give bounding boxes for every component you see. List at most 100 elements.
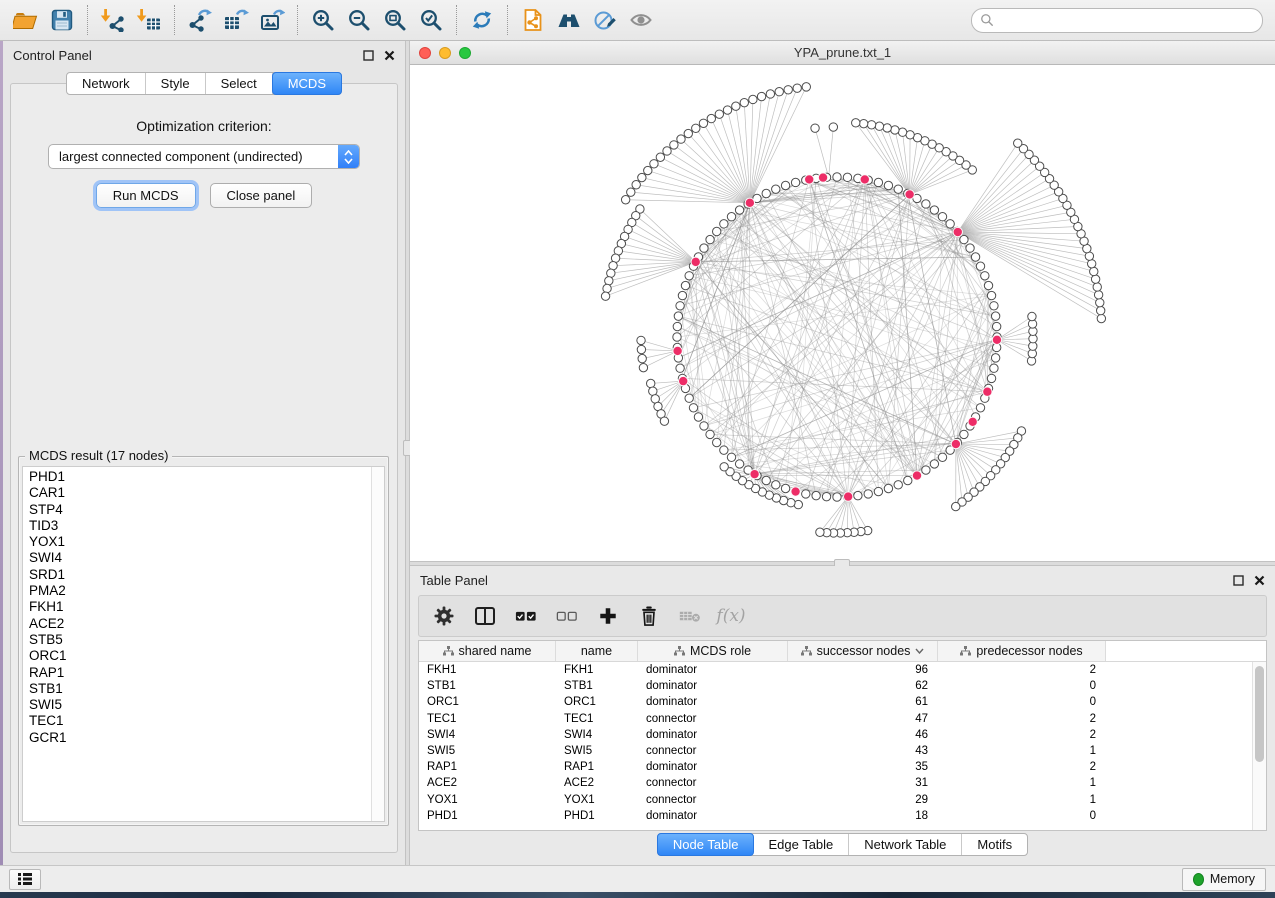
mcds-result-item[interactable]: FKH1 xyxy=(29,599,365,615)
search-box[interactable] xyxy=(971,8,1263,33)
tab-mcds[interactable]: MCDS xyxy=(272,72,342,95)
column-header-shared-name[interactable]: shared name xyxy=(419,641,556,661)
mcds-result-item[interactable]: RAP1 xyxy=(29,665,365,681)
select-all-icon xyxy=(515,609,537,623)
zoom-fit-button[interactable] xyxy=(377,4,413,36)
show-columns-button[interactable] xyxy=(474,605,496,627)
export-network-icon xyxy=(187,8,213,32)
export-image-button[interactable] xyxy=(254,4,290,36)
mcds-result-item[interactable]: ACE2 xyxy=(29,616,365,632)
table-cell: 31 xyxy=(788,777,938,789)
zoom-selected-button[interactable] xyxy=(413,4,449,36)
table-cell: RAP1 xyxy=(556,761,638,773)
refresh-button[interactable] xyxy=(464,4,500,36)
mcds-result-item[interactable]: ORC1 xyxy=(29,648,365,664)
export-table-button[interactable] xyxy=(218,4,254,36)
mcds-result-item[interactable]: YOX1 xyxy=(29,534,365,550)
mcds-result-item[interactable]: STP4 xyxy=(29,502,365,518)
open-session-button[interactable] xyxy=(8,4,44,36)
table-cell: ACE2 xyxy=(556,777,638,789)
vizmap-icon xyxy=(592,8,618,32)
tab-style[interactable]: Style xyxy=(146,73,206,94)
table-scrollbar-thumb[interactable] xyxy=(1255,666,1264,762)
export-network-button[interactable] xyxy=(182,4,218,36)
float-panel-icon[interactable] xyxy=(1233,575,1244,586)
tab-motifs[interactable]: Motifs xyxy=(962,834,1027,855)
float-panel-icon[interactable] xyxy=(363,50,374,61)
run-mcds-button[interactable]: Run MCDS xyxy=(96,183,196,208)
table-row[interactable]: PHD1PHD1dominator180 xyxy=(419,808,1266,824)
delete-column-button[interactable] xyxy=(638,605,660,627)
table-row[interactable]: SWI4SWI4dominator462 xyxy=(419,727,1266,743)
memory-button[interactable]: Memory xyxy=(1182,868,1266,891)
gear-icon xyxy=(433,605,455,627)
mcds-result-item[interactable]: GCR1 xyxy=(29,730,365,746)
table-cell: STB1 xyxy=(556,680,638,692)
table-row[interactable]: RAP1RAP1dominator352 xyxy=(419,759,1266,775)
mcds-list-scrollbar[interactable] xyxy=(371,467,384,821)
mcds-result-item[interactable]: PMA2 xyxy=(29,583,365,599)
optimization-criterion-label: Optimization criterion: xyxy=(11,118,397,134)
eye-button xyxy=(623,4,659,36)
column-header-mcds-role[interactable]: MCDS role xyxy=(638,641,788,661)
vizmap-button[interactable] xyxy=(587,4,623,36)
table-cell: STB1 xyxy=(419,680,556,692)
table-cell: 0 xyxy=(938,810,1106,822)
share-document-icon xyxy=(520,8,546,32)
column-header-predecessor-nodes[interactable]: predecessor nodes xyxy=(938,641,1106,661)
table-row[interactable]: FKH1FKH1dominator962 xyxy=(419,662,1266,678)
column-header-successor-nodes[interactable]: successor nodes xyxy=(788,641,938,661)
tab-network-table[interactable]: Network Table xyxy=(849,834,962,855)
mcds-result-item[interactable]: TEC1 xyxy=(29,713,365,729)
table-cell: PHD1 xyxy=(419,810,556,822)
mcds-result-groupbox: MCDS result (17 nodes) PHD1CAR1STP4TID3Y… xyxy=(18,456,389,826)
table-row[interactable]: SWI5SWI5connector431 xyxy=(419,743,1266,759)
close-panel-button[interactable]: Close panel xyxy=(210,183,313,208)
tab-node-table[interactable]: Node Table xyxy=(657,833,755,856)
import-table-button[interactable] xyxy=(131,4,167,36)
table-panel: Table Panel xyxy=(410,566,1275,865)
mcds-result-item[interactable]: SWI4 xyxy=(29,550,365,566)
tab-edge-table[interactable]: Edge Table xyxy=(753,834,849,855)
close-panel-icon[interactable] xyxy=(384,50,395,61)
tab-network[interactable]: Network xyxy=(67,73,146,94)
mcds-result-item[interactable]: PHD1 xyxy=(29,469,365,485)
table-cell: SWI5 xyxy=(556,745,638,757)
refresh-icon xyxy=(469,8,495,32)
criterion-select[interactable]: largest connected component (undirected) xyxy=(48,144,360,169)
fx-icon: f(x) xyxy=(716,606,745,626)
table-row[interactable]: YOX1YOX1connector291 xyxy=(419,792,1266,808)
column-header-name[interactable]: name xyxy=(556,641,638,661)
mcds-result-item[interactable]: STB5 xyxy=(29,632,365,648)
node-table-body: FKH1FKH1dominator962STB1STB1dominator620… xyxy=(419,662,1266,830)
table-scrollbar[interactable] xyxy=(1252,662,1266,830)
table-row[interactable]: ORC1ORC1dominator610 xyxy=(419,694,1266,710)
mcds-result-item[interactable]: STB1 xyxy=(29,681,365,697)
find-button[interactable] xyxy=(551,4,587,36)
close-panel-icon[interactable] xyxy=(1254,575,1265,586)
mcds-result-item[interactable]: CAR1 xyxy=(29,485,365,501)
table-row[interactable]: ACE2ACE2connector311 xyxy=(419,775,1266,791)
zoom-in-button[interactable] xyxy=(305,4,341,36)
save-session-button[interactable] xyxy=(44,4,80,36)
table-settings-button[interactable] xyxy=(433,605,455,627)
mcds-result-item[interactable]: SWI5 xyxy=(29,697,365,713)
table-cell: 2 xyxy=(938,729,1106,741)
status-menu-button[interactable] xyxy=(9,869,41,890)
table-panel-title: Table Panel xyxy=(420,573,1233,588)
create-column-button[interactable] xyxy=(597,605,619,627)
select-all-button[interactable] xyxy=(515,605,537,627)
import-network-button[interactable] xyxy=(95,4,131,36)
search-input[interactable] xyxy=(999,13,1254,28)
mcds-result-item[interactable]: TID3 xyxy=(29,518,365,534)
table-row[interactable]: STB1STB1dominator620 xyxy=(419,678,1266,694)
table-cell: 61 xyxy=(788,696,938,708)
zoom-out-button[interactable] xyxy=(341,4,377,36)
tab-select[interactable]: Select xyxy=(206,73,273,94)
mcds-result-item[interactable]: SRD1 xyxy=(29,567,365,583)
share-document-button[interactable] xyxy=(515,4,551,36)
mcds-result-title: MCDS result (17 nodes) xyxy=(25,448,172,463)
network-canvas[interactable] xyxy=(410,65,1275,561)
table-row[interactable]: TEC1TEC1connector472 xyxy=(419,711,1266,727)
deselect-all-button[interactable] xyxy=(556,605,578,627)
